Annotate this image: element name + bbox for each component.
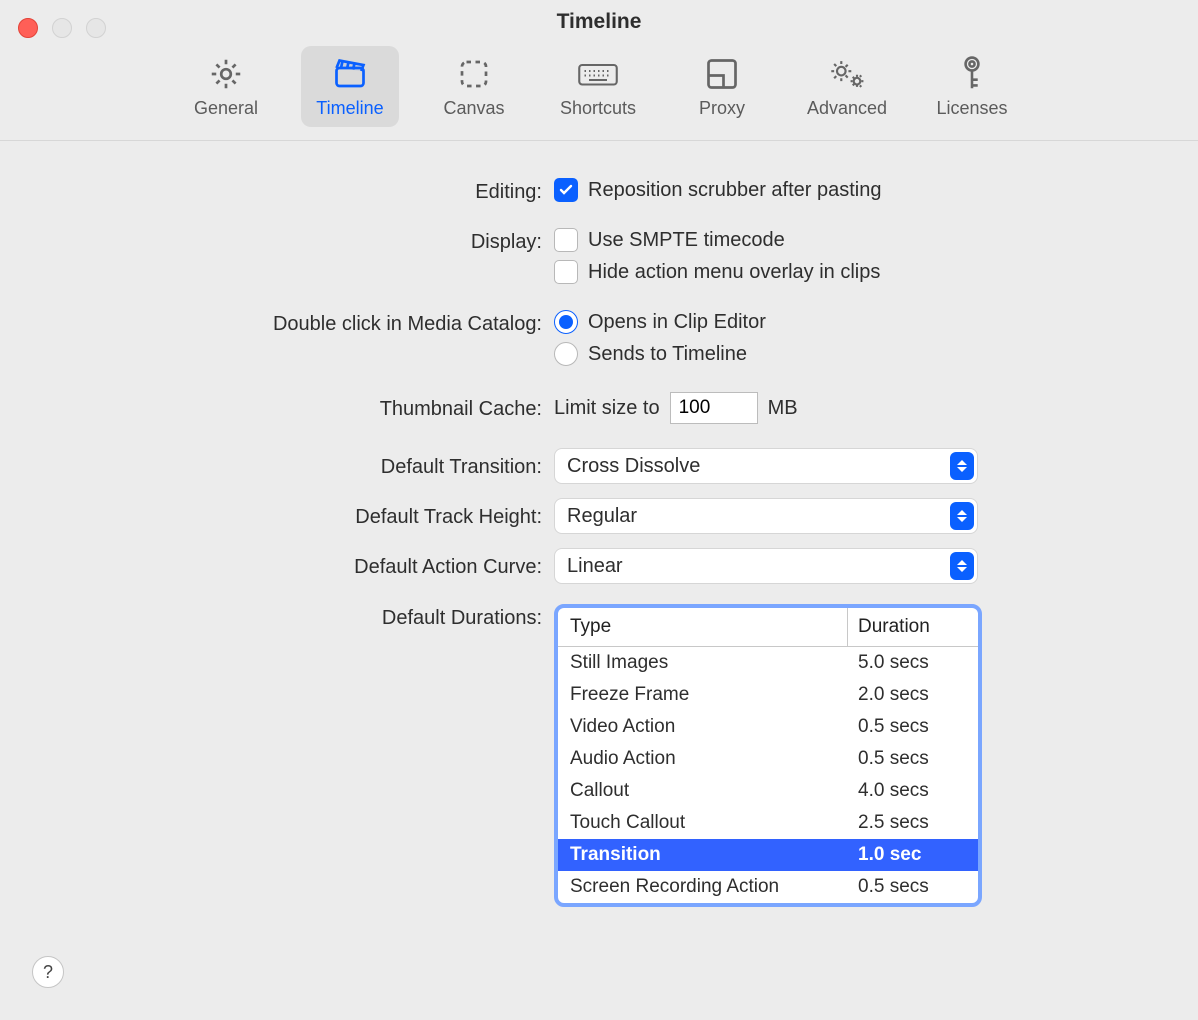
opens-clip-editor-radio[interactable]: Opens in Clip Editor — [554, 310, 1198, 334]
cell-type: Callout — [558, 775, 848, 807]
tab-general[interactable]: General — [177, 46, 275, 127]
thumbnail-cache-label: Thumbnail Cache: — [0, 395, 548, 421]
table-row[interactable]: Callout4.0 secs — [558, 775, 978, 807]
default-track-height-label: Default Track Height: — [0, 503, 548, 529]
toolbar-divider — [0, 140, 1198, 141]
radio-indicator — [554, 342, 578, 366]
tab-licenses[interactable]: Licenses — [923, 46, 1021, 127]
checkbox-indicator — [554, 228, 578, 252]
table-row[interactable]: Still Images5.0 secs — [558, 647, 978, 679]
table-row[interactable]: Touch Callout2.5 secs — [558, 807, 978, 839]
sends-to-timeline-radio[interactable]: Sends to Timeline — [554, 342, 1198, 366]
default-durations-label: Default Durations: — [0, 604, 548, 630]
gear-icon — [208, 54, 244, 94]
radio-label: Opens in Clip Editor — [588, 311, 766, 334]
cell-type: Still Images — [558, 647, 848, 679]
key-icon — [954, 54, 990, 94]
tab-label: Shortcuts — [560, 98, 636, 119]
popup-value: Cross Dissolve — [567, 455, 700, 478]
cell-duration: 4.0 secs — [848, 775, 978, 807]
default-transition-label: Default Transition: — [0, 453, 548, 479]
tab-label: Advanced — [807, 98, 887, 119]
default-durations-table[interactable]: Type Duration Still Images5.0 secsFreeze… — [554, 604, 982, 907]
double-click-label: Double click in Media Catalog: — [0, 310, 548, 336]
cell-type: Transition — [558, 839, 848, 871]
table-row[interactable]: Video Action0.5 secs — [558, 711, 978, 743]
default-action-curve-popup[interactable]: Linear — [554, 548, 978, 584]
mb-label: MB — [768, 397, 798, 420]
cell-type: Video Action — [558, 711, 848, 743]
default-track-height-popup[interactable]: Regular — [554, 498, 978, 534]
cell-duration: 0.5 secs — [848, 871, 978, 903]
table-body[interactable]: Still Images5.0 secsFreeze Frame2.0 secs… — [558, 647, 978, 903]
tab-shortcuts[interactable]: Shortcuts — [549, 46, 647, 127]
column-type[interactable]: Type — [558, 608, 848, 646]
checkbox-indicator — [554, 260, 578, 284]
tab-label: General — [194, 98, 258, 119]
checkbox-label: Hide action menu overlay in clips — [588, 261, 880, 284]
default-action-curve-label: Default Action Curve: — [0, 553, 548, 579]
cell-duration: 0.5 secs — [848, 711, 978, 743]
preferences-toolbar: General Timeline Canvas Shortcuts — [0, 46, 1198, 141]
chevron-up-down-icon — [950, 502, 974, 530]
table-row[interactable]: Screen Recording Action0.5 secs — [558, 871, 978, 903]
display-label: Display: — [0, 228, 548, 254]
tab-label: Proxy — [699, 98, 745, 119]
hide-action-menu-checkbox[interactable]: Hide action menu overlay in clips — [554, 260, 1198, 284]
cell-type: Audio Action — [558, 743, 848, 775]
cell-duration: 2.5 secs — [848, 807, 978, 839]
tab-timeline[interactable]: Timeline — [301, 46, 399, 127]
popup-value: Linear — [567, 555, 623, 578]
radio-label: Sends to Timeline — [588, 343, 747, 366]
tab-canvas[interactable]: Canvas — [425, 46, 523, 127]
popup-value: Regular — [567, 505, 637, 528]
tab-label: Timeline — [316, 98, 383, 119]
cell-type: Freeze Frame — [558, 679, 848, 711]
window-title: Timeline — [0, 10, 1198, 34]
cell-duration: 0.5 secs — [848, 743, 978, 775]
checkbox-indicator — [554, 178, 578, 202]
cell-type: Screen Recording Action — [558, 871, 848, 903]
gears-icon — [827, 54, 867, 94]
limit-size-to-label: Limit size to — [554, 397, 660, 420]
tab-label: Canvas — [443, 98, 504, 119]
tab-label: Licenses — [937, 98, 1008, 119]
table-row[interactable]: Audio Action0.5 secs — [558, 743, 978, 775]
thumbnail-size-input[interactable] — [670, 392, 758, 424]
tab-advanced[interactable]: Advanced — [797, 46, 897, 127]
checkbox-label: Use SMPTE timecode — [588, 229, 785, 252]
table-header: Type Duration — [558, 608, 978, 647]
smpte-timecode-checkbox[interactable]: Use SMPTE timecode — [554, 228, 1198, 252]
clapper-icon — [332, 54, 368, 94]
cell-type: Touch Callout — [558, 807, 848, 839]
selection-icon — [456, 54, 492, 94]
reposition-scrubber-checkbox[interactable]: Reposition scrubber after pasting — [554, 178, 1198, 202]
cell-duration: 5.0 secs — [848, 647, 978, 679]
help-button[interactable]: ? — [32, 956, 64, 988]
cell-duration: 2.0 secs — [848, 679, 978, 711]
cell-duration: 1.0 sec — [848, 839, 978, 871]
proxy-icon — [704, 54, 740, 94]
table-row[interactable]: Transition1.0 sec — [558, 839, 978, 871]
column-duration[interactable]: Duration — [848, 608, 978, 646]
editing-label: Editing: — [0, 178, 548, 204]
chevron-up-down-icon — [950, 452, 974, 480]
keyboard-icon — [577, 54, 619, 94]
table-row[interactable]: Freeze Frame2.0 secs — [558, 679, 978, 711]
chevron-up-down-icon — [950, 552, 974, 580]
timeline-preferences-form: Editing: Reposition scrubber after pasti… — [0, 166, 1198, 1020]
tab-proxy[interactable]: Proxy — [673, 46, 771, 127]
default-transition-popup[interactable]: Cross Dissolve — [554, 448, 978, 484]
radio-indicator — [554, 310, 578, 334]
checkbox-label: Reposition scrubber after pasting — [588, 179, 882, 202]
